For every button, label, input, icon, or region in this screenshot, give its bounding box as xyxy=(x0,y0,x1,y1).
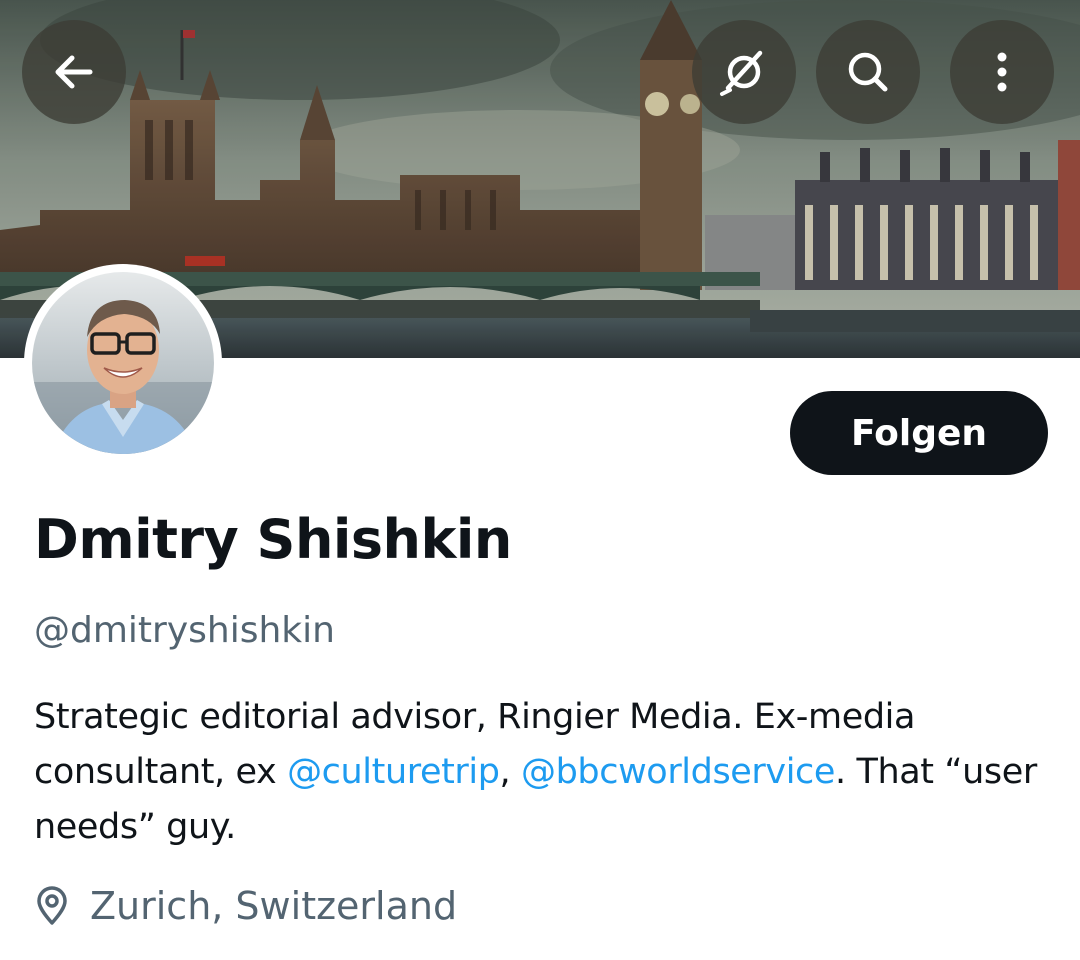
profile-bio: Strategic editorial advisor, Ringier Med… xyxy=(34,690,1054,855)
profile-location: Zurich, Switzerland xyxy=(34,884,457,928)
profile-handle: @dmitryshishkin xyxy=(34,610,335,651)
follow-button[interactable]: Folgen xyxy=(790,391,1048,475)
mention-link-bbcworldservice[interactable]: @bbcworldservice xyxy=(521,752,835,792)
grok-button[interactable] xyxy=(692,20,796,124)
profile-display-name: Dmitry Shishkin xyxy=(34,508,512,571)
more-vertical-icon xyxy=(997,52,1007,92)
avatar-image xyxy=(32,272,214,454)
location-pin-icon xyxy=(37,886,67,925)
profile-avatar[interactable] xyxy=(24,264,222,462)
bio-separator: , xyxy=(499,752,521,792)
search-icon xyxy=(848,52,888,92)
back-button[interactable] xyxy=(22,20,126,124)
search-button[interactable] xyxy=(816,20,920,124)
location-text: Zurich, Switzerland xyxy=(90,884,458,928)
grok-icon xyxy=(720,50,763,96)
more-button[interactable] xyxy=(950,20,1054,124)
arrow-left-icon xyxy=(55,55,93,89)
mention-link-culturetrip[interactable]: @culturetrip xyxy=(287,752,500,792)
